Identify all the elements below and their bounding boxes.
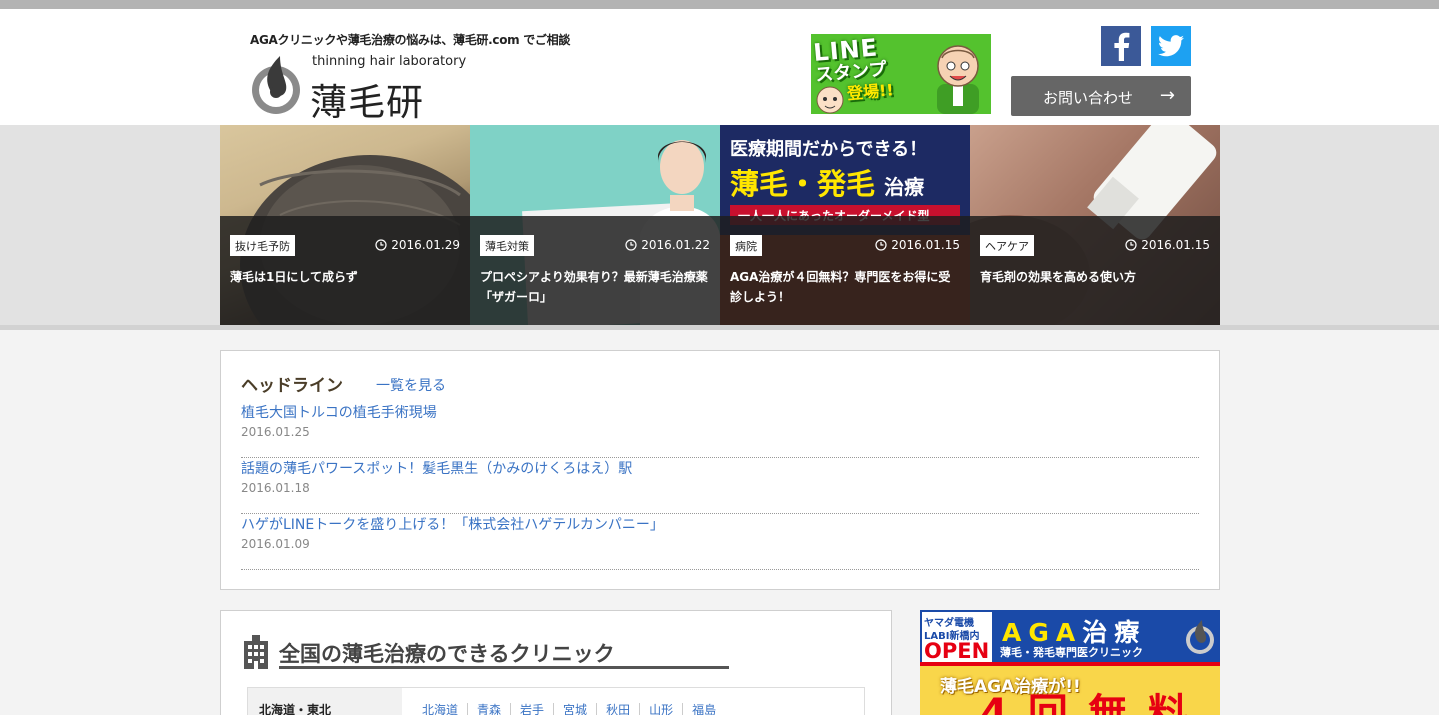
ad-aga-suffix: 治療 — [1082, 618, 1147, 647]
contact-button-label: お問い合わせ — [1043, 89, 1134, 107]
facebook-button[interactable] — [1101, 26, 1141, 66]
featured-slide-4[interactable]: ヘアケア 2016.01.15 育毛剤の効果を高める使い方 — [970, 125, 1220, 325]
top-bar — [0, 0, 1439, 9]
logo-subtitle: thinning hair laboratory — [312, 54, 467, 69]
slide-3-banner-headline: 薄毛・発毛 治療 — [730, 161, 924, 203]
featured-slide-1[interactable]: 抜け毛予防 2016.01.29 薄毛は1日にして成らず — [220, 125, 470, 325]
headline-item-title[interactable]: ハゲがLINEトークを盛り上げる！「株式会社ハゲテルカンパニー」 — [241, 514, 664, 534]
baby-mascot-icon — [816, 86, 844, 114]
arrow-right-icon: → — [1159, 85, 1175, 106]
slide-3-title[interactable]: AGA治療が４回無料？専門医をお得に受診しよう！ — [730, 267, 958, 307]
region-table: 北海道・東北 北海道 青森 岩手 宮城 秋田 山形 福島 — [247, 687, 865, 715]
headline-item-date: 2016.01.18 — [241, 481, 310, 495]
clock-icon — [875, 239, 887, 251]
region-name: 北海道・東北 — [248, 688, 402, 715]
slide-3-date-text: 2016.01.15 — [891, 238, 960, 252]
logo-title: 薄毛研 — [310, 81, 424, 124]
slide-2-date-text: 2016.01.22 — [641, 238, 710, 252]
headline-item: ハゲがLINEトークを盛り上げる！「株式会社ハゲテルカンパニー」 2016.01… — [241, 514, 1199, 570]
featured-slide-3[interactable]: 医療期間だからできる！ 薄毛・発毛 治療 一人一人にあったオーダーメイド型 病院… — [720, 125, 970, 325]
ad-bottom-line2: 4回無料 — [980, 691, 1208, 715]
clock-icon — [625, 239, 637, 251]
prefecture-link-akita[interactable]: 秋田 — [596, 703, 640, 715]
contact-button[interactable]: お問い合わせ → — [1011, 76, 1191, 116]
slide-2-date: 2016.01.22 — [625, 238, 710, 252]
line-stamp-banner[interactable]: LINE スタンプ 登場!! — [811, 34, 991, 114]
aga-clinic-ad-banner[interactable]: ヤマダ電機 LABI新橋内 OPEN AGA治療 薄毛・発毛専門医クリニック 薄… — [920, 610, 1220, 715]
clinic-title: 全国の薄毛治療のできるクリニック — [279, 642, 615, 666]
headline-more-link[interactable]: 一覧を見る — [376, 375, 446, 395]
slider-divider — [0, 325, 1439, 330]
clinic-panel: 全国の薄毛治療のできるクリニック 北海道・東北 北海道 青森 岩手 宮城 秋田 山形 福島 — [220, 610, 892, 715]
slide-1-date: 2016.01.29 — [375, 238, 460, 252]
slide-4-date: 2016.01.15 — [1125, 238, 1210, 252]
building-icon — [244, 635, 268, 669]
slide-4-category[interactable]: ヘアケア — [980, 235, 1034, 256]
headline-item: 話題の薄毛パワースポット！髪毛黒生（かみのけくろはえ）駅 2016.01.18 — [241, 458, 1199, 514]
line-banner-line3: 登場!! — [846, 80, 895, 104]
ad-yamada-box: ヤマダ電機 LABI新橋内 OPEN — [922, 612, 992, 664]
slide-4-title[interactable]: 育毛剤の効果を高める使い方 — [980, 267, 1208, 287]
prefecture-link-fukushima[interactable]: 福島 — [682, 703, 726, 715]
featured-slide-2[interactable]: 薄毛対策 2016.01.22 プロペシアより効果有り？最新薄毛治療薬「ザガーロ… — [470, 125, 720, 325]
bald-mascot-icon — [937, 45, 979, 114]
slide-3-banner-line3: 治療 — [884, 175, 925, 199]
headline-item-title[interactable]: 植毛大国トルコの植毛手術現場 — [241, 402, 437, 422]
site-header: AGAクリニックや薄毛治療の悩みは、薄毛研.com でご相談 thinning … — [0, 9, 1439, 125]
ad-top-band: ヤマダ電機 LABI新橋内 OPEN AGA治療 薄毛・発毛専門医クリニック — [920, 610, 1220, 666]
ad-aga-text: AGA — [1002, 618, 1083, 647]
clock-icon — [375, 239, 387, 251]
region-prefecture-links: 北海道 青森 岩手 宮城 秋田 山形 福島 — [422, 701, 726, 715]
twitter-icon — [1158, 35, 1184, 57]
clinic-title-underline — [279, 666, 729, 669]
logo-mark-icon — [1186, 620, 1214, 654]
ad-yamada-open: OPEN — [924, 639, 990, 663]
slide-3-date: 2016.01.15 — [875, 238, 960, 252]
ad-subtitle: 薄毛・発毛専門医クリニック — [1000, 646, 1143, 659]
headline-item-date: 2016.01.09 — [241, 537, 310, 551]
clock-icon — [1125, 239, 1137, 251]
headline-item-date: 2016.01.25 — [241, 425, 310, 439]
twitter-button[interactable] — [1151, 26, 1191, 66]
headline-item-title[interactable]: 話題の薄毛パワースポット！髪毛黒生（かみのけくろはえ）駅 — [241, 458, 632, 478]
prefecture-link-aomori[interactable]: 青森 — [467, 703, 511, 715]
facebook-icon — [1114, 32, 1130, 61]
prefecture-link-hokkaido[interactable]: 北海道 — [422, 703, 467, 715]
slide-3-category[interactable]: 病院 — [730, 235, 762, 256]
slide-1-title[interactable]: 薄毛は1日にして成らず — [230, 267, 458, 287]
slide-4-date-text: 2016.01.15 — [1141, 238, 1210, 252]
headline-title: ヘッドライン — [241, 376, 343, 396]
prefecture-link-yamagata[interactable]: 山形 — [639, 703, 683, 715]
prefecture-link-miyagi[interactable]: 宮城 — [553, 703, 597, 715]
slide-2-category[interactable]: 薄毛対策 — [480, 235, 534, 256]
headline-panel: ヘッドライン 一覧を見る 植毛大国トルコの植毛手術現場 2016.01.25 話… — [220, 350, 1220, 590]
prefecture-link-iwate[interactable]: 岩手 — [510, 703, 554, 715]
slide-3-banner-line2: 薄毛・発毛 — [730, 167, 876, 201]
ad-bottom-band: 薄毛AGA治療が!! 4回無料 — [920, 666, 1220, 715]
slide-2-title[interactable]: プロペシアより効果有り？最新薄毛治療薬「ザガーロ」 — [480, 267, 708, 307]
site-logo[interactable]: thinning hair laboratory 薄毛研 — [250, 54, 466, 124]
logo-mark-icon — [252, 56, 300, 114]
headline-item: 植毛大国トルコの植毛手術現場 2016.01.25 — [241, 402, 1199, 458]
site-tagline: AGAクリニックや薄毛治療の悩みは、薄毛研.com でご相談 — [250, 33, 571, 47]
slide-3-banner-line1: 医療期間だからできる！ — [730, 139, 928, 160]
slide-1-date-text: 2016.01.29 — [391, 238, 460, 252]
slide-1-category[interactable]: 抜け毛予防 — [230, 235, 295, 256]
